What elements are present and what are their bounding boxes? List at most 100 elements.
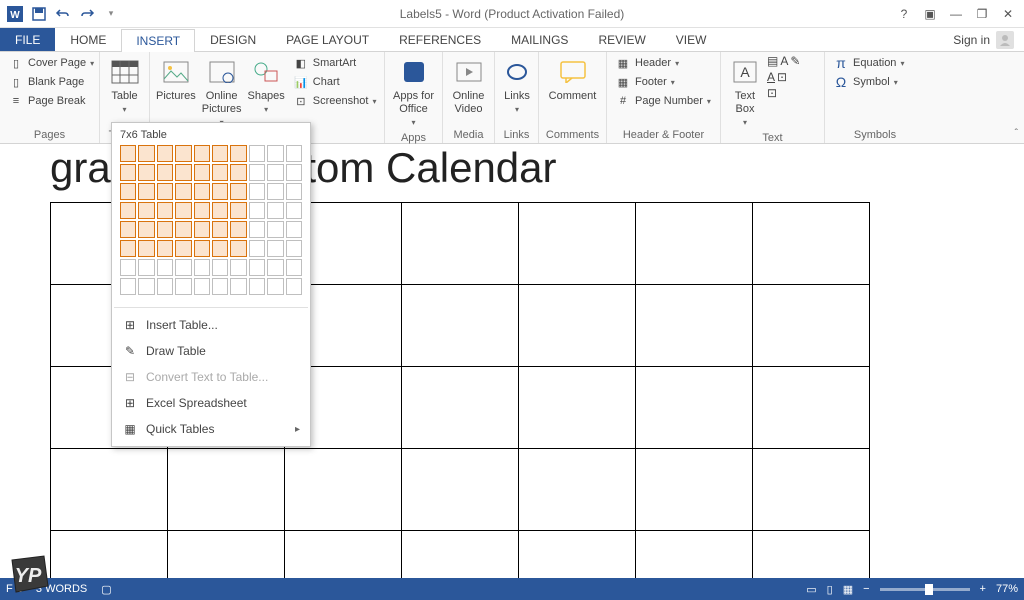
table-cell[interactable] <box>519 203 636 285</box>
qat-dropdown-icon[interactable]: ▾ <box>100 3 122 25</box>
table-cell[interactable] <box>519 285 636 367</box>
table-cell[interactable] <box>753 367 870 449</box>
tab-file[interactable]: FILE <box>0 28 55 51</box>
table-grid-cell[interactable] <box>230 240 246 257</box>
table-grid-cell[interactable] <box>230 202 246 219</box>
table-grid-cell[interactable] <box>267 278 283 295</box>
table-cell[interactable] <box>402 449 519 531</box>
collapse-ribbon-icon[interactable]: ˆ <box>1015 128 1018 139</box>
screenshot-button[interactable]: ⊡Screenshot▾ <box>289 92 381 110</box>
table-grid-cell[interactable] <box>286 259 302 276</box>
table-cell[interactable] <box>519 531 636 579</box>
apps-for-office-button[interactable]: Apps for Office▾ <box>389 54 438 130</box>
table-cell[interactable] <box>519 367 636 449</box>
table-grid-cell[interactable] <box>120 240 136 257</box>
table-grid-cell[interactable] <box>157 145 173 162</box>
table-grid-cell[interactable] <box>194 145 210 162</box>
table-grid-cell[interactable] <box>286 183 302 200</box>
table-grid-cell[interactable] <box>212 221 228 238</box>
table-grid-cell[interactable] <box>230 278 246 295</box>
table-grid-cell[interactable] <box>212 183 228 200</box>
table-grid-cell[interactable] <box>157 259 173 276</box>
table-grid-cell[interactable] <box>267 164 283 181</box>
table-cell[interactable] <box>402 531 519 579</box>
table-grid-cell[interactable] <box>286 164 302 181</box>
tab-insert[interactable]: INSERT <box>121 29 195 52</box>
table-grid-cell[interactable] <box>138 145 154 162</box>
table-grid-cell[interactable] <box>230 221 246 238</box>
table-grid-cell[interactable] <box>194 202 210 219</box>
table-grid-cell[interactable] <box>138 240 154 257</box>
table-cell[interactable] <box>402 203 519 285</box>
signature-icon[interactable]: ✎ <box>790 54 800 68</box>
menu-item-insert[interactable]: ⊞Insert Table... <box>112 312 310 338</box>
equation-button[interactable]: πEquation▾ <box>829 54 908 72</box>
table-grid-cell[interactable] <box>120 145 136 162</box>
table-cell[interactable] <box>51 531 168 579</box>
sign-in[interactable]: Sign in <box>943 28 1024 51</box>
table-grid-cell[interactable] <box>120 278 136 295</box>
table-grid-cell[interactable] <box>249 221 265 238</box>
shapes-button[interactable]: Shapes▾ <box>245 54 286 117</box>
table-grid-cell[interactable] <box>267 145 283 162</box>
table-cell[interactable] <box>753 531 870 579</box>
ribbon-display-icon[interactable]: ▣ <box>918 3 942 25</box>
table-grid-cell[interactable] <box>230 183 246 200</box>
table-cell[interactable] <box>636 285 753 367</box>
table-grid-cell[interactable] <box>120 259 136 276</box>
proofing-icon[interactable]: ▢ <box>101 583 111 596</box>
table-grid-cell[interactable] <box>249 202 265 219</box>
table-grid-cell[interactable] <box>194 164 210 181</box>
table-grid-cell[interactable] <box>175 145 191 162</box>
table-grid-cell[interactable] <box>212 259 228 276</box>
zoom-level[interactable]: 77% <box>996 583 1018 595</box>
table-grid-cell[interactable] <box>249 145 265 162</box>
table-grid-cell[interactable] <box>157 164 173 181</box>
table-grid-cell[interactable] <box>120 183 136 200</box>
smartart-button[interactable]: ◧SmartArt <box>289 54 381 72</box>
table-grid-cell[interactable] <box>267 202 283 219</box>
table-grid-cell[interactable] <box>267 221 283 238</box>
table-grid-cell[interactable] <box>267 259 283 276</box>
table-grid-cell[interactable] <box>138 164 154 181</box>
chart-button[interactable]: 📊Chart <box>289 73 381 91</box>
table-grid-cell[interactable] <box>230 164 246 181</box>
table-grid-cell[interactable] <box>157 202 173 219</box>
table-cell[interactable] <box>519 449 636 531</box>
table-grid-cell[interactable] <box>249 164 265 181</box>
help-icon[interactable]: ? <box>892 3 916 25</box>
table-grid-cell[interactable] <box>212 164 228 181</box>
page-number-button[interactable]: #Page Number▾ <box>611 92 715 110</box>
table-grid-cell[interactable] <box>212 278 228 295</box>
zoom-in-icon[interactable]: + <box>980 583 986 595</box>
table-grid-cell[interactable] <box>249 183 265 200</box>
table-cell[interactable] <box>753 203 870 285</box>
table-grid-cell[interactable] <box>175 278 191 295</box>
header-button[interactable]: ▦Header▾ <box>611 54 715 72</box>
table-grid-cell[interactable] <box>286 278 302 295</box>
tab-page-layout[interactable]: PAGE LAYOUT <box>271 28 384 51</box>
table-grid-cell[interactable] <box>286 240 302 257</box>
tab-view[interactable]: VIEW <box>661 28 722 51</box>
table-cell[interactable] <box>285 531 402 579</box>
quick-parts-icon[interactable]: ▤ <box>767 54 778 68</box>
table-grid-cell[interactable] <box>138 221 154 238</box>
table-grid-cell[interactable] <box>157 221 173 238</box>
table-grid-cell[interactable] <box>286 145 302 162</box>
table-cell[interactable] <box>753 449 870 531</box>
save-icon[interactable] <box>28 3 50 25</box>
links-button[interactable]: Links▾ <box>499 54 535 117</box>
table-button[interactable]: Table ▾ <box>104 54 145 117</box>
restore-icon[interactable]: ❐ <box>970 3 994 25</box>
table-grid-cell[interactable] <box>194 183 210 200</box>
tab-home[interactable]: HOME <box>55 28 121 51</box>
word-app-icon[interactable]: W <box>4 3 26 25</box>
table-grid-cell[interactable] <box>194 221 210 238</box>
table-grid-cell[interactable] <box>212 202 228 219</box>
menu-item-excel[interactable]: ⊞Excel Spreadsheet <box>112 390 310 416</box>
online-pictures-button[interactable]: Online Pictures▾ <box>200 54 244 130</box>
table-cell[interactable] <box>168 449 285 531</box>
table-grid-cell[interactable] <box>267 183 283 200</box>
tab-mailings[interactable]: MAILINGS <box>496 28 583 51</box>
table-grid-cell[interactable] <box>138 183 154 200</box>
